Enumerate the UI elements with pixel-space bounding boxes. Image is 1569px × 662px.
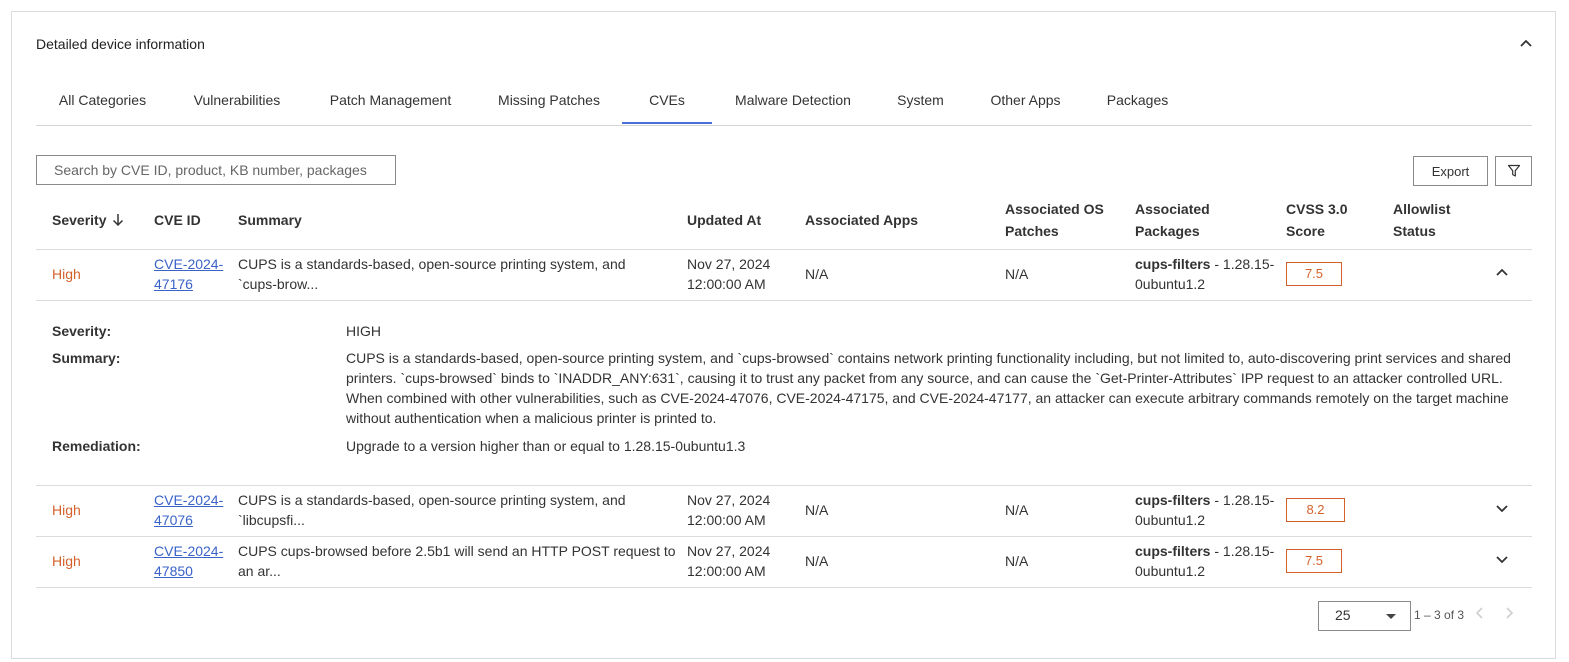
filter-icon <box>1507 164 1520 177</box>
updated-at: Nov 27, 2024 12:00:00 AM <box>687 492 771 528</box>
chevron-down-icon[interactable] <box>1495 553 1509 567</box>
divider <box>36 249 1532 250</box>
tab-patch-management[interactable]: Patch Management <box>305 87 476 124</box>
chevron-up-icon[interactable] <box>1519 36 1533 50</box>
search-input[interactable] <box>36 155 396 185</box>
updated-at: Nov 27, 2024 12:00:00 AM <box>687 256 771 292</box>
associated-apps: N/A <box>805 266 829 282</box>
detail-summary-value: CUPS is a standards-based, open-source p… <box>346 350 1511 426</box>
tab-packages[interactable]: Packages <box>1084 87 1191 124</box>
severity-value: High <box>52 553 81 569</box>
cve-id-link[interactable]: CVE-2024- 47176 <box>154 254 223 294</box>
divider <box>36 536 1532 537</box>
divider <box>36 300 1532 301</box>
associated-os-patches: N/A <box>1005 502 1029 518</box>
page-size-value: 25 <box>1335 607 1351 623</box>
filter-button[interactable] <box>1495 156 1532 186</box>
summary-text: CUPS cups-browsed before 2.5b1 will send… <box>238 543 676 579</box>
chevron-down-icon[interactable] <box>1495 502 1509 516</box>
page-size-select[interactable]: 25 <box>1318 601 1411 631</box>
cvss-score-badge: 8.2 <box>1286 498 1345 522</box>
tab-malware-detection[interactable]: Malware Detection <box>712 87 874 124</box>
header-associated-os-patches: Associated OS Patches <box>1005 201 1104 239</box>
caret-down-icon <box>1386 614 1396 619</box>
summary-text: CUPS is a standards-based, open-source p… <box>238 492 626 528</box>
category-tabs: All Categories Vulnerabilities Patch Man… <box>36 87 1532 126</box>
detail-severity-value: HIGH <box>346 323 381 339</box>
chevron-up-icon[interactable] <box>1495 265 1509 279</box>
tab-cves[interactable]: CVEs <box>622 87 712 124</box>
header-cvss-score: CVSS 3.0 Score <box>1286 201 1348 239</box>
divider <box>36 485 1532 486</box>
tab-missing-patches[interactable]: Missing Patches <box>476 87 622 124</box>
cve-id-link[interactable]: CVE-2024- 47850 <box>154 541 223 581</box>
summary-text: CUPS is a standards-based, open-source p… <box>238 256 626 292</box>
cvss-score-badge: 7.5 <box>1286 549 1342 573</box>
detail-remediation-value: Upgrade to a version higher than or equa… <box>346 438 746 454</box>
tab-system[interactable]: System <box>874 87 967 124</box>
cve-id-link[interactable]: CVE-2024- 47076 <box>154 490 223 530</box>
updated-at: Nov 27, 2024 12:00:00 AM <box>687 543 771 579</box>
divider <box>36 587 1532 588</box>
header-summary: Summary <box>238 212 302 228</box>
cvss-score-badge: 7.5 <box>1286 262 1342 286</box>
detail-severity-label: Severity: <box>52 323 112 339</box>
header-updated-at: Updated At <box>687 212 762 228</box>
tab-vulnerabilities[interactable]: Vulnerabilities <box>169 87 305 124</box>
device-info-card: Detailed device information All Categori… <box>11 11 1556 659</box>
associated-os-patches: N/A <box>1005 266 1029 282</box>
tab-other-apps[interactable]: Other Apps <box>967 87 1084 124</box>
associated-packages: cups-filters - 1.28.15- 0ubuntu1.2 <box>1135 256 1275 292</box>
chevron-left-icon[interactable] <box>1474 606 1486 620</box>
detail-remediation-label: Remediation: <box>52 438 141 454</box>
export-button[interactable]: Export <box>1413 156 1488 186</box>
arrow-down-icon <box>113 214 124 227</box>
tab-all-categories[interactable]: All Categories <box>36 87 169 124</box>
header-associated-packages: Associated Packages <box>1135 201 1210 239</box>
chevron-right-icon[interactable] <box>1503 606 1515 620</box>
severity-value: High <box>52 502 81 518</box>
associated-packages: cups-filters - 1.28.15- 0ubuntu1.2 <box>1135 543 1275 579</box>
header-associated-apps: Associated Apps <box>805 212 919 228</box>
header-allowlist-status: Allowlist Status <box>1393 201 1451 239</box>
pagination-range: 1 – 3 of 3 <box>1414 608 1465 622</box>
header-severity[interactable]: Severity <box>52 209 124 231</box>
associated-apps: N/A <box>805 502 829 518</box>
severity-value: High <box>52 266 81 282</box>
card-title: Detailed device information <box>36 36 205 52</box>
associated-packages: cups-filters - 1.28.15- 0ubuntu1.2 <box>1135 492 1275 528</box>
associated-os-patches: N/A <box>1005 553 1029 569</box>
detail-summary-label: Summary: <box>52 350 121 366</box>
header-cve-id: CVE ID <box>154 212 201 228</box>
associated-apps: N/A <box>805 553 829 569</box>
